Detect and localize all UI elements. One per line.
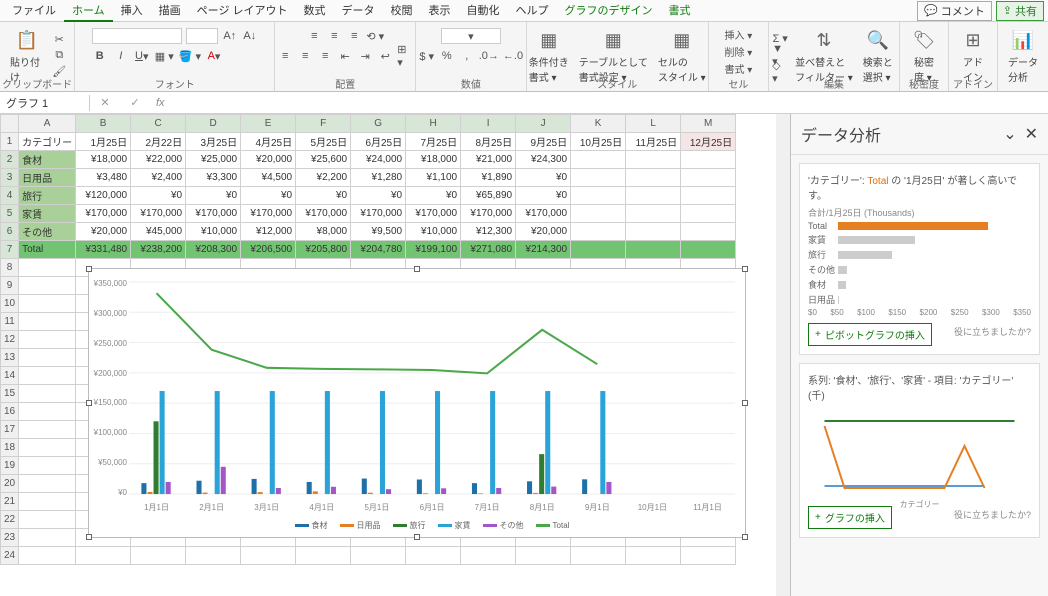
addin-icon: ⊞ bbox=[959, 26, 987, 54]
orientation[interactable]: ⟲ ▾ bbox=[366, 28, 384, 44]
insert-cells[interactable]: 挿入 ▾ bbox=[724, 26, 752, 42]
clipboard-icon: 📋 bbox=[13, 26, 41, 54]
currency[interactable]: $ ▾ bbox=[419, 48, 435, 64]
resize-handle[interactable] bbox=[86, 534, 92, 540]
increase-font[interactable]: A↑ bbox=[222, 28, 238, 44]
chart-legend: 食材日用品旅行家賃その他Total bbox=[129, 520, 735, 531]
cond-fmt-icon: ▦ bbox=[535, 26, 563, 54]
fill-color-button[interactable]: 🪣 ▾ bbox=[179, 48, 201, 64]
fx-icon[interactable]: fx bbox=[150, 97, 171, 109]
comment-icon: 💬 bbox=[924, 4, 938, 17]
tab-home[interactable]: ホーム bbox=[64, 0, 113, 22]
indent-dec[interactable]: ⇤ bbox=[337, 48, 353, 64]
tab-chartdesign[interactable]: グラフのデザイン bbox=[557, 0, 661, 22]
insight-card-2[interactable]: 系列: '食材'、'旅行'、'家賃' - 項目: 'カテゴリー' (千) カテゴ… bbox=[799, 363, 1040, 538]
number-format[interactable]: ▾ bbox=[441, 28, 501, 44]
tab-help[interactable]: ヘルプ bbox=[508, 0, 557, 22]
chart-object[interactable]: ¥0¥50,000¥100,000¥150,000¥200,000¥250,00… bbox=[88, 268, 746, 538]
indent-inc[interactable]: ⇥ bbox=[357, 48, 373, 64]
font-family[interactable] bbox=[92, 28, 182, 44]
share-icon: ⇪ bbox=[1003, 4, 1012, 17]
cut-button[interactable]: ✂ bbox=[51, 31, 67, 47]
scrollbar-vertical[interactable] bbox=[776, 114, 790, 596]
underline-button[interactable]: U ▾ bbox=[134, 48, 150, 64]
resize-handle[interactable] bbox=[414, 534, 420, 540]
tab-file[interactable]: ファイル bbox=[4, 0, 64, 22]
tab-review[interactable]: 校閲 bbox=[383, 0, 421, 22]
pane-title: データ分析 bbox=[801, 122, 881, 146]
group-clipboard: クリップボード bbox=[0, 76, 74, 91]
styles-icon: ▦ bbox=[668, 26, 696, 54]
percent[interactable]: % bbox=[439, 48, 455, 64]
group-cells: セル bbox=[709, 76, 768, 91]
pane-collapse[interactable]: ⌄ bbox=[1003, 126, 1016, 143]
align-left[interactable]: ≡ bbox=[277, 48, 293, 64]
align-bottom[interactable]: ≡ bbox=[346, 28, 362, 44]
sensitivity-icon: 🏷 bbox=[910, 26, 938, 54]
resize-handle[interactable] bbox=[742, 266, 748, 272]
tab-format[interactable]: 書式 bbox=[661, 0, 699, 22]
resize-handle[interactable] bbox=[414, 266, 420, 272]
format-cells[interactable]: 書式 ▾ bbox=[724, 60, 752, 76]
italic-button[interactable]: I bbox=[113, 48, 129, 64]
sort-icon: ⇅ bbox=[810, 26, 838, 54]
plus-icon: + bbox=[815, 329, 821, 340]
feedback-link[interactable]: 役に立ちましたか? bbox=[954, 325, 1031, 338]
decrease-font[interactable]: A↓ bbox=[242, 28, 258, 44]
tab-automate[interactable]: 自動化 bbox=[459, 0, 508, 22]
dec-inc[interactable]: .0→ bbox=[479, 48, 499, 64]
chart-svg bbox=[129, 279, 735, 497]
chart-x-axis: 1月1日2月1日3月1日4月1日5月1日6月1日7月1日8月1日9月1日10月1… bbox=[129, 502, 735, 513]
tab-view[interactable]: 表示 bbox=[421, 0, 459, 22]
align-center[interactable]: ≡ bbox=[297, 48, 313, 64]
align-right[interactable]: ≡ bbox=[317, 48, 333, 64]
table-icon: ▦ bbox=[599, 26, 627, 54]
dec-dec[interactable]: ←.0 bbox=[503, 48, 523, 64]
pane-close[interactable]: ✕ bbox=[1025, 126, 1038, 143]
search-icon: 🔍 bbox=[864, 26, 892, 54]
share-button[interactable]: ⇪共有 bbox=[996, 1, 1044, 21]
mini-line-chart: カテゴリー bbox=[808, 406, 1031, 496]
tab-draw[interactable]: 描画 bbox=[151, 0, 189, 22]
wrap-text[interactable]: ↩ bbox=[377, 48, 393, 64]
ribbon: 📋貼り付け ✂ ⧉ 🖌 クリップボード A↑ A↓ B I U ▾ ▦ ▾ 🪣 … bbox=[0, 22, 1048, 92]
border-button[interactable]: ▦ ▾ bbox=[155, 48, 174, 64]
merge[interactable]: ⊞ ▾ bbox=[397, 48, 413, 64]
insight-card-1[interactable]: 'カテゴリー': Total の '1月25日' が著しく高いです。 合計/1月… bbox=[799, 163, 1040, 355]
analyze-icon: 📊 bbox=[1009, 26, 1037, 54]
comma[interactable]: , bbox=[459, 48, 475, 64]
bold-button[interactable]: B bbox=[92, 48, 108, 64]
cancel-formula[interactable]: ✕ bbox=[90, 96, 120, 109]
group-styles: スタイル bbox=[527, 76, 708, 91]
resize-handle[interactable] bbox=[742, 400, 748, 406]
insert-pivotchart-button[interactable]: +ピボットグラフの挿入 bbox=[808, 323, 932, 346]
menubar: ファイル ホーム 挿入 描画 ページ レイアウト 数式 データ 校閲 表示 自動… bbox=[0, 0, 1048, 22]
enter-formula[interactable]: ✓ bbox=[120, 96, 150, 109]
comments-button[interactable]: 💬コメント bbox=[917, 1, 992, 21]
font-color-button[interactable]: A ▾ bbox=[206, 48, 222, 64]
analyze-data-pane: データ分析 ⌄ ✕ 'カテゴリー': Total の '1月25日' が著しく高い… bbox=[790, 114, 1048, 596]
group-font: フォント bbox=[75, 76, 274, 91]
group-addins: アドイン bbox=[949, 76, 997, 91]
delete-cells[interactable]: 削除 ▾ bbox=[724, 43, 752, 59]
analyze-data[interactable]: 📊データ 分析 bbox=[1004, 24, 1042, 86]
resize-handle[interactable] bbox=[86, 266, 92, 272]
group-sensitivity: 秘密度 bbox=[900, 76, 948, 91]
align-top[interactable]: ≡ bbox=[306, 28, 322, 44]
resize-handle[interactable] bbox=[742, 534, 748, 540]
tab-data[interactable]: データ bbox=[334, 0, 383, 22]
chart-y-axis: ¥0¥50,000¥100,000¥150,000¥200,000¥250,00… bbox=[91, 279, 127, 497]
tab-pagelayout[interactable]: ページ レイアウト bbox=[189, 0, 296, 22]
font-size[interactable] bbox=[186, 28, 218, 44]
worksheet[interactable]: ABCDEFGHIJKLM1カテゴリー1月25日2月22日3月25日4月25日5… bbox=[0, 114, 790, 596]
copy-button[interactable]: ⧉ bbox=[51, 47, 67, 63]
group-editing: 編集 bbox=[769, 76, 899, 91]
group-number: 数値 bbox=[416, 76, 525, 91]
group-align: 配置 bbox=[275, 76, 415, 91]
align-middle[interactable]: ≡ bbox=[326, 28, 342, 44]
chart-plot-area: ¥0¥50,000¥100,000¥150,000¥200,000¥250,00… bbox=[129, 279, 735, 497]
plus-icon: + bbox=[815, 512, 821, 523]
tab-insert[interactable]: 挿入 bbox=[113, 0, 151, 22]
tab-formulas[interactable]: 数式 bbox=[296, 0, 334, 22]
